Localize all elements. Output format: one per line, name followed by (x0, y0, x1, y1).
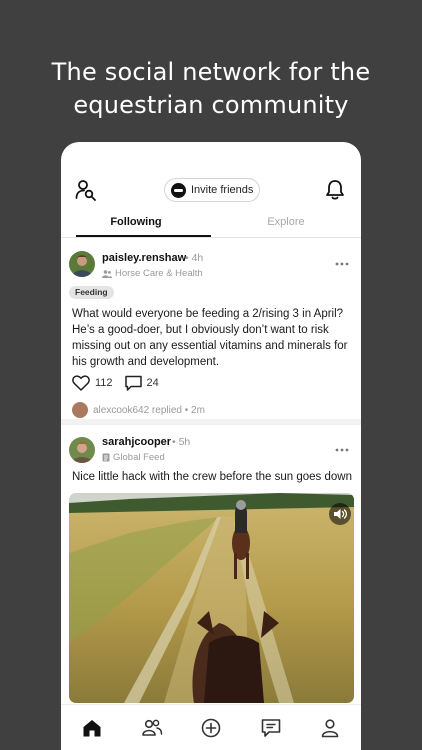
active-tab-indicator (76, 235, 211, 237)
ride-photo (69, 493, 354, 703)
comment-button[interactable]: 24 (124, 375, 159, 391)
sound-toggle-icon[interactable] (329, 503, 351, 525)
post-tag[interactable]: Feeding (69, 286, 114, 299)
latest-reply[interactable]: alexcook642 replied • 2m (72, 402, 205, 418)
add-post-icon[interactable] (200, 717, 222, 739)
tab-explore[interactable]: Explore (219, 216, 353, 228)
comment-icon (124, 375, 142, 391)
post-time: • 4h (185, 252, 204, 264)
post-time: • 5h (172, 436, 191, 448)
profile-icon[interactable] (319, 717, 341, 739)
post-text: What would everyone be feeding a 2/risin… (72, 308, 348, 368)
post-text: Nice little hack with the crew before th… (72, 471, 352, 483)
reply-avatar (72, 402, 88, 418)
comment-count: 24 (146, 377, 159, 389)
more-options-icon[interactable] (335, 261, 349, 267)
post-group-label: Global Feed (113, 452, 165, 463)
user-search-icon[interactable] (75, 179, 97, 201)
top-bar: Invite friends (61, 142, 361, 202)
post-username[interactable]: paisley.renshaw (102, 252, 186, 264)
feed-tabs: Following Explore (61, 210, 361, 238)
feed-post[interactable]: sarahjcooper • 5h Global Feed Nice littl… (61, 425, 361, 715)
people-icon[interactable] (141, 717, 163, 739)
headline-line-2: equestrian community (73, 91, 349, 119)
feed-post[interactable]: paisley.renshaw • 4h Horse Care & Health… (61, 239, 361, 419)
like-button[interactable]: 112 (72, 375, 113, 391)
home-icon[interactable] (81, 717, 103, 739)
bottom-nav (61, 704, 361, 750)
headline-line-1: The social network for the (51, 58, 371, 86)
avatar[interactable] (69, 437, 95, 463)
messages-icon[interactable] (260, 717, 282, 739)
app-screen: Invite friends Following Explore paisley… (61, 142, 361, 750)
post-group[interactable]: Global Feed (102, 452, 165, 463)
like-count: 112 (95, 377, 113, 389)
avatar[interactable] (69, 251, 95, 277)
feed-icon (102, 453, 110, 462)
headline: The social network for the equestrian co… (0, 56, 422, 122)
reply-text: alexcook642 replied • 2m (93, 404, 205, 416)
post-group-label: Horse Care & Health (115, 268, 203, 279)
post-video[interactable] (69, 493, 354, 703)
invite-friends-button[interactable]: Invite friends (164, 178, 260, 202)
tab-following[interactable]: Following (69, 216, 203, 228)
more-options-icon[interactable] (335, 447, 349, 453)
post-group[interactable]: Horse Care & Health (102, 268, 203, 279)
bell-icon[interactable] (325, 179, 345, 201)
heart-icon (72, 375, 90, 391)
brand-logo-icon (171, 182, 186, 198)
post-actions: 112 24 (72, 375, 171, 391)
post-username[interactable]: sarahjcooper (102, 436, 171, 448)
invite-friends-label: Invite friends (191, 184, 254, 196)
group-icon (102, 269, 112, 278)
